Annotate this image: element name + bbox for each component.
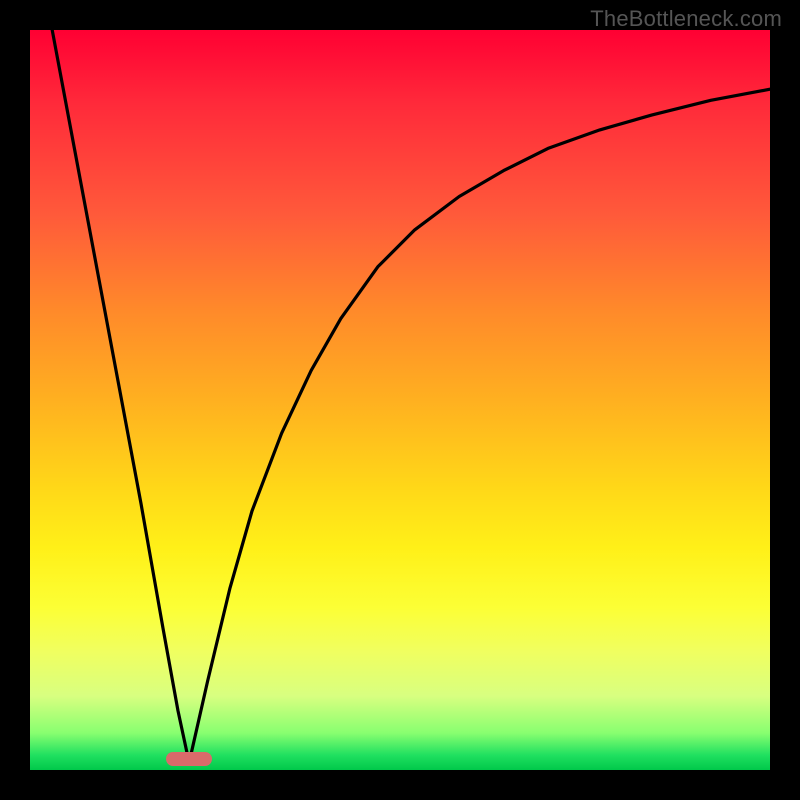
curve-layer <box>30 30 770 770</box>
plot-area <box>30 30 770 770</box>
bottleneck-curve <box>52 30 770 763</box>
chart-frame: TheBottleneck.com <box>0 0 800 800</box>
optimal-marker <box>166 752 212 766</box>
watermark-text: TheBottleneck.com <box>590 6 782 32</box>
